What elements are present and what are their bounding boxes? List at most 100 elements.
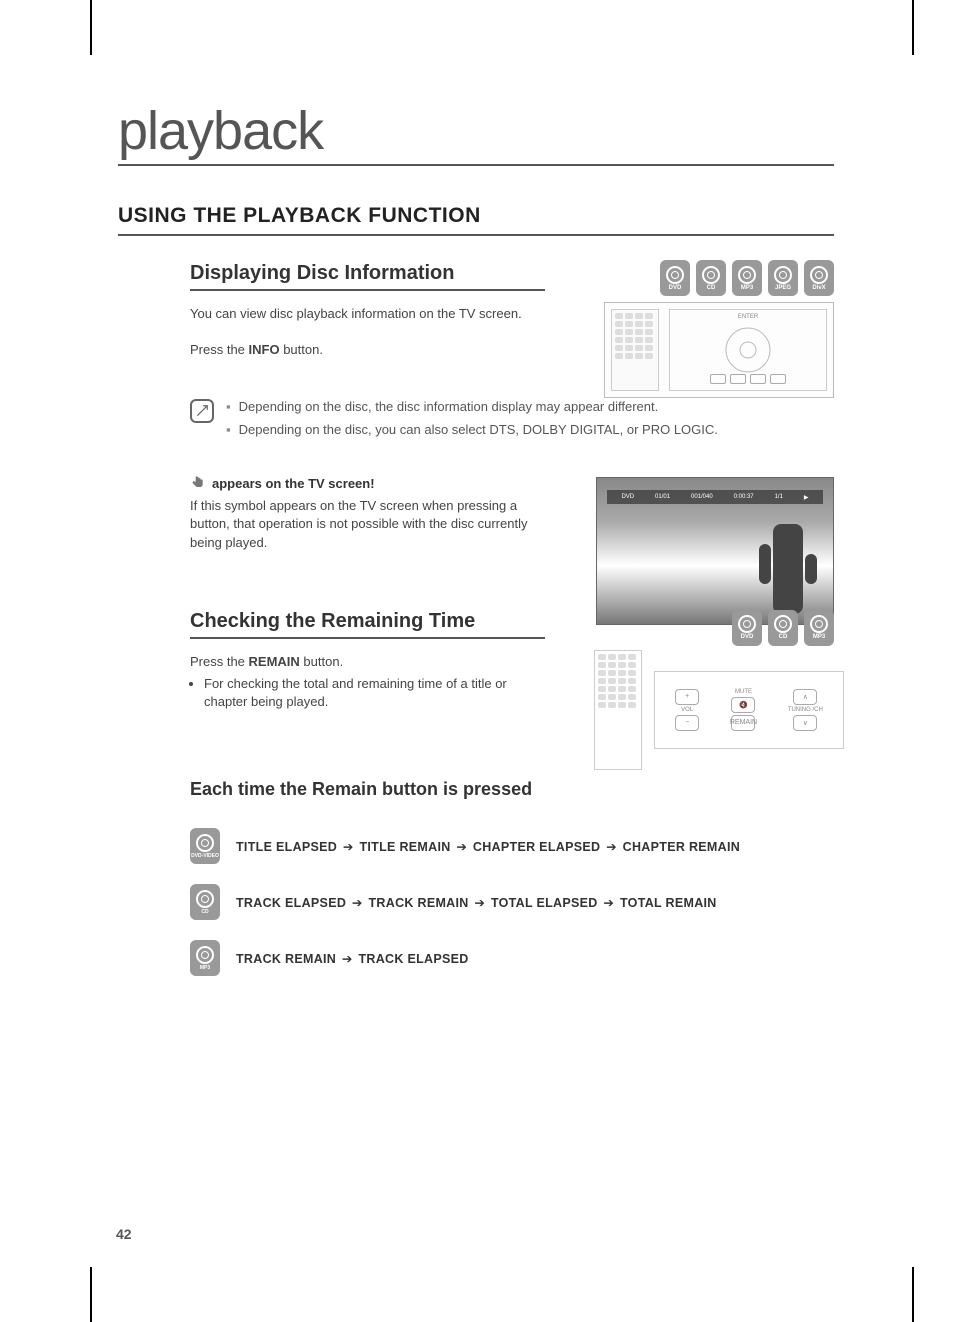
hand-icon <box>190 475 206 491</box>
press-suffix: button. <box>300 654 343 669</box>
sequence-text: TITLE ELAPSED ➔ TITLE REMAIN ➔ CHAPTER E… <box>236 839 740 854</box>
vol-up: + <box>675 689 699 705</box>
disc-icon <box>774 266 792 284</box>
sequence-step: TOTAL REMAIN <box>620 896 717 910</box>
remain-bullet: For checking the total and remaining tim… <box>204 675 550 711</box>
tv-screenshot: DVD 01/01 001/040 0:00:37 1/1 ▶ <box>596 477 834 625</box>
remote-diagram: ENTER <box>604 302 834 398</box>
remaining-time-section: DVD CD MP3 Checking the Remaining Time Pre… <box>190 610 834 712</box>
remain-diagram: + VOL − MUTE 🔇 REMAIN ∧ TUNING /CH ∨ <box>594 650 844 770</box>
section-body: DVDCDMP3JPEGDivX Displaying Disc Informa… <box>118 262 834 976</box>
vol-column: + VOL − <box>675 689 699 731</box>
format-badge-dvd: DVD <box>660 260 690 296</box>
format-label: JPEG <box>775 285 791 291</box>
info-title: 01/01 <box>655 494 670 500</box>
page-number: 42 <box>116 1226 132 1242</box>
note-text: Depending on the disc, the disc informat… <box>239 399 659 416</box>
press-button: REMAIN <box>249 654 300 669</box>
note-icon <box>190 399 214 423</box>
sequence-row: CD TRACK ELAPSED ➔ TRACK REMAIN ➔ TOTAL E… <box>190 884 834 920</box>
vol-down: − <box>675 715 699 731</box>
format-label: CD <box>201 909 208 915</box>
mute-label: MUTE <box>735 689 752 695</box>
intro-text: You can view disc playback information o… <box>190 305 550 323</box>
format-badge-dvd-video: DVD-VIDEO <box>190 828 220 864</box>
press-prefix: Press the <box>190 342 249 357</box>
zoom-btn <box>770 374 786 384</box>
cactus-graphic <box>773 524 803 614</box>
note-list: ▪ Depending on the disc, the disc inform… <box>226 399 718 445</box>
format-badge-mp3: MP3 <box>732 260 762 296</box>
zoom-btn <box>710 374 726 384</box>
crop-mark <box>912 1267 914 1322</box>
arrow-icon: ➔ <box>337 840 359 854</box>
vol-label: VOL <box>681 707 693 713</box>
sequence-step: TRACK ELAPSED <box>236 896 346 910</box>
disc-icon <box>196 890 214 908</box>
press-instruction: Press the INFO button. <box>190 341 550 359</box>
tuning-down: ∨ <box>793 715 817 731</box>
info-bar: DVD 01/01 001/040 0:00:37 1/1 ▶ <box>607 490 823 504</box>
zoom-btn <box>730 374 746 384</box>
remain-button: REMAIN <box>731 715 755 731</box>
format-label: MP3 <box>741 285 753 291</box>
page-content: playback USING THE PLAYBACK FUNCTION DVD… <box>0 0 954 1046</box>
arrow-icon: ➔ <box>600 840 622 854</box>
sequence-section: Each time the Remain button is pressed D… <box>190 779 834 976</box>
info-time: 0:00:37 <box>734 494 754 500</box>
format-badge-divx: DivX <box>804 260 834 296</box>
zoom-btn <box>750 374 766 384</box>
tv-warning: appears on the TV screen! If this symbol… <box>190 475 550 552</box>
arrow-icon: ➔ <box>451 840 473 854</box>
sequence-step: TOTAL ELAPSED <box>491 896 598 910</box>
format-label: MP3 <box>200 965 210 971</box>
sequence-row: MP3TRACK REMAIN ➔ TRACK ELAPSED <box>190 940 834 976</box>
sequence-step: TITLE ELAPSED <box>236 840 337 854</box>
format-badge-mp3: MP3 <box>804 610 834 646</box>
press-button: INFO <box>249 342 280 357</box>
tv-warning-heading: appears on the TV screen! <box>190 475 550 491</box>
disc-icon <box>738 615 756 633</box>
disc-icon <box>196 834 214 852</box>
tuning-label: TUNING /CH <box>788 707 823 713</box>
format-badges: DVD CD MP3 <box>732 610 834 646</box>
arrow-icon: ➔ <box>469 896 491 910</box>
disc-icon <box>810 615 828 633</box>
arrow-icon: ➔ <box>336 952 358 966</box>
mute-remain-column: MUTE 🔇 REMAIN <box>731 689 755 731</box>
format-badge-cd: CD <box>696 260 726 296</box>
note-item: ▪ Depending on the disc, you can also se… <box>226 422 718 439</box>
sequence-step: CHAPTER ELAPSED <box>473 840 600 854</box>
crop-mark <box>912 0 914 55</box>
arrow-icon: ➔ <box>346 896 368 910</box>
format-badge-jpeg: JPEG <box>768 260 798 296</box>
info-dvd: DVD <box>621 494 634 500</box>
subsection-title: Checking the Remaining Time <box>190 610 545 639</box>
sequence-text: TRACK ELAPSED ➔ TRACK REMAIN ➔ TOTAL ELA… <box>236 895 717 910</box>
format-label: DVD <box>669 285 682 291</box>
info-chapter: 001/040 <box>691 494 713 500</box>
sequence-step: CHAPTER REMAIN <box>623 840 740 854</box>
format-label: DVD <box>741 634 754 640</box>
note-block: ▪ Depending on the disc, the disc inform… <box>190 399 834 445</box>
disc-icon <box>738 266 756 284</box>
tuning-column: ∧ TUNING /CH ∨ <box>788 689 823 731</box>
remain-instruction: Press the REMAIN button. For checking th… <box>190 653 550 712</box>
play-icon: ▶ <box>804 494 809 501</box>
tv-warning-heading-text: appears on the TV screen! <box>212 476 375 491</box>
button-zoom: + VOL − MUTE 🔇 REMAIN ∧ TUNING /CH ∨ <box>654 671 844 749</box>
disc-icon <box>196 946 214 964</box>
bullet-icon: ▪ <box>226 399 231 416</box>
format-label: CD <box>779 634 788 640</box>
tuning-up: ∧ <box>793 689 817 705</box>
note-text: Depending on the disc, you can also sele… <box>239 422 718 439</box>
remote-outline <box>611 309 659 391</box>
dpad-icon <box>723 325 773 375</box>
disc-icon <box>810 266 828 284</box>
sequence-row: DVD-VIDEO TITLE ELAPSED ➔ TITLE REMAIN ➔ … <box>190 828 834 864</box>
mute-button: 🔇 <box>731 697 755 713</box>
crop-mark <box>90 1267 92 1322</box>
sequence-heading: Each time the Remain button is pressed <box>190 779 834 800</box>
enter-label: ENTER <box>738 314 758 320</box>
crop-mark <box>90 0 92 55</box>
